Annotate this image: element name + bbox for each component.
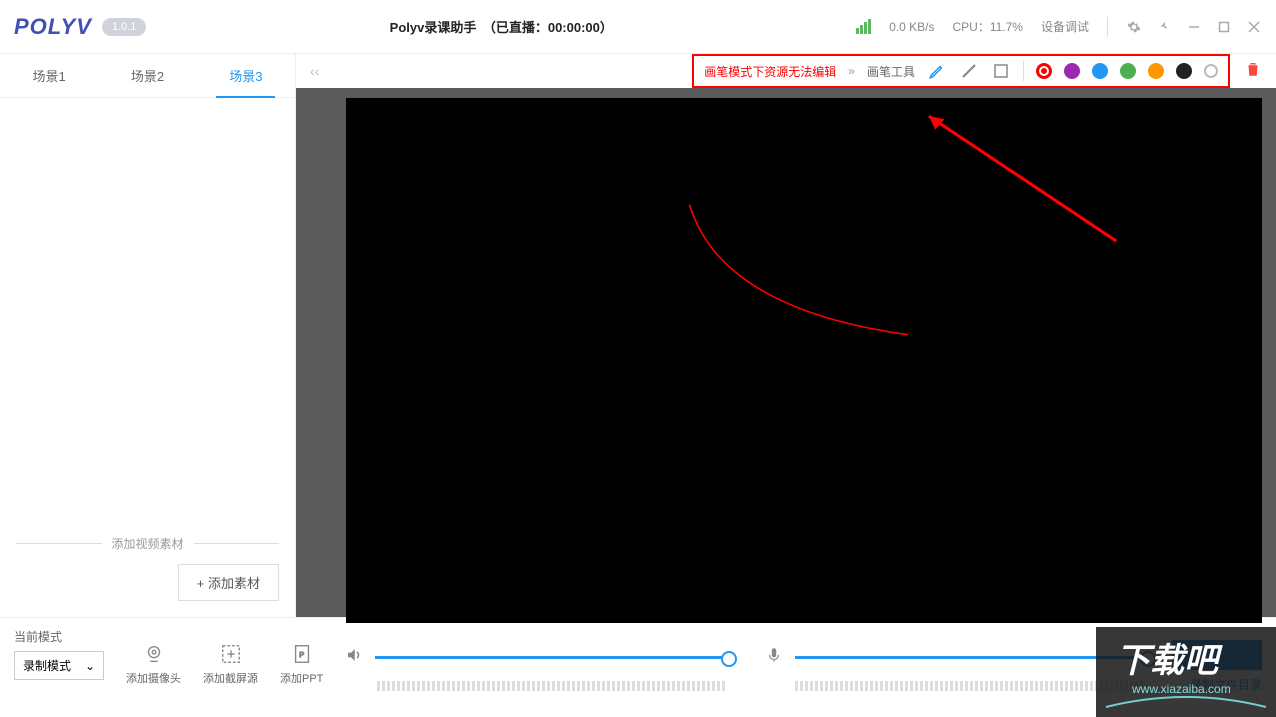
mode-dropdown[interactable]: 录制模式 ⌄ (14, 651, 104, 680)
camera-icon (142, 642, 166, 666)
color-black[interactable] (1176, 63, 1192, 79)
sidebar-body (0, 98, 295, 525)
window-title: Polyv录课助手 （已直播：00:00:00） (146, 17, 856, 36)
sidebar-footer: 添加视频素材 + 添加素材 (0, 525, 295, 617)
add-camera-button[interactable]: 添加摄像头 (126, 628, 181, 686)
speaker-level-meter (377, 681, 732, 691)
tab-scene-3[interactable]: 场景3 (197, 54, 295, 97)
divider (1107, 17, 1108, 37)
mic-volume-slider[interactable] (795, 656, 1150, 659)
rectangle-icon[interactable] (991, 61, 1011, 81)
tab-scene-1[interactable]: 场景1 (0, 54, 98, 97)
audio-controls (345, 628, 1150, 691)
chevron-right-icon: » (848, 64, 855, 78)
trash-icon[interactable] (1244, 60, 1262, 83)
chevron-down-icon: ⌄ (85, 659, 95, 673)
close-button[interactable] (1246, 19, 1262, 35)
ppt-icon: P (290, 642, 314, 666)
preview-canvas[interactable] (346, 98, 1262, 623)
add-screen-button[interactable]: 添加截屏源 (203, 628, 258, 686)
screen-capture-icon (219, 642, 243, 666)
main-area: 场景1 场景2 场景3 添加视频素材 + 添加素材 ‹‹ 画笔模式下资源无法编辑… (0, 54, 1276, 617)
record-group: 录制文件目录 (1172, 628, 1262, 693)
add-screen-label: 添加截屏源 (203, 670, 258, 686)
brush-tool-label: 画笔工具 (867, 63, 915, 80)
canvas-toolbar: ‹‹ 画笔模式下资源无法编辑 » 画笔工具 (296, 54, 1276, 88)
device-debug-link[interactable]: 设备调试 (1041, 18, 1089, 35)
speaker-icon[interactable] (345, 646, 363, 669)
record-button[interactable] (1172, 640, 1262, 670)
mode-selector-group: 当前模式 录制模式 ⌄ (14, 628, 104, 680)
sidebar: 场景1 场景2 场景3 添加视频素材 + 添加素材 (0, 54, 296, 617)
brush-mode-warning: 画笔模式下资源无法编辑 (704, 63, 836, 80)
color-purple[interactable] (1064, 63, 1080, 79)
line-icon[interactable] (959, 61, 979, 81)
titlebar-status: 0.0 KB/s CPU：11.7% 设备调试 (856, 17, 1262, 37)
brush-tool-group: 画笔模式下资源无法编辑 » 画笔工具 (692, 54, 1230, 88)
add-camera-label: 添加摄像头 (126, 670, 181, 686)
add-source-divider: 添加视频素材 (16, 535, 279, 552)
version-badge: 1.0.1 (102, 18, 146, 36)
canvas-area: ‹‹ 画笔模式下资源无法编辑 » 画笔工具 (296, 54, 1276, 617)
divider (1023, 61, 1024, 81)
color-green[interactable] (1120, 63, 1136, 79)
mode-value: 录制模式 (23, 657, 71, 674)
bottom-bar: 当前模式 录制模式 ⌄ 添加摄像头 添加截屏源 P 添加PPT 录制文件目录 (0, 617, 1276, 717)
color-none[interactable] (1204, 64, 1218, 78)
canvas-drawing (346, 98, 1262, 623)
scene-tabs: 场景1 场景2 场景3 (0, 54, 295, 98)
color-red[interactable] (1036, 63, 1052, 79)
tab-scene-2[interactable]: 场景2 (98, 54, 196, 97)
network-speed: 0.0 KB/s (889, 20, 934, 34)
collapse-sidebar-icon[interactable]: ‹‹ (310, 63, 319, 79)
color-blue[interactable] (1092, 63, 1108, 79)
speaker-volume-slider[interactable] (375, 656, 730, 659)
mic-level-meter (795, 681, 1150, 691)
add-source-button[interactable]: + 添加素材 (178, 564, 279, 601)
minimize-button[interactable] (1186, 19, 1202, 35)
svg-text:P: P (299, 650, 304, 659)
mic-icon[interactable] (765, 646, 783, 669)
maximize-button[interactable] (1216, 19, 1232, 35)
cpu-usage: CPU：11.7% (953, 18, 1023, 35)
pencil-icon[interactable] (927, 61, 947, 81)
record-folder-link[interactable]: 录制文件目录 (1190, 676, 1262, 693)
titlebar: POLYV 1.0.1 Polyv录课助手 （已直播：00:00:00） 0.0… (0, 0, 1276, 54)
pin-icon[interactable] (1156, 19, 1172, 35)
gear-icon[interactable] (1126, 19, 1142, 35)
app-logo: POLYV (14, 14, 92, 40)
signal-icon (856, 19, 871, 34)
add-ppt-button[interactable]: P 添加PPT (280, 628, 323, 686)
add-ppt-label: 添加PPT (280, 670, 323, 686)
mode-label: 当前模式 (14, 628, 104, 645)
color-orange[interactable] (1148, 63, 1164, 79)
